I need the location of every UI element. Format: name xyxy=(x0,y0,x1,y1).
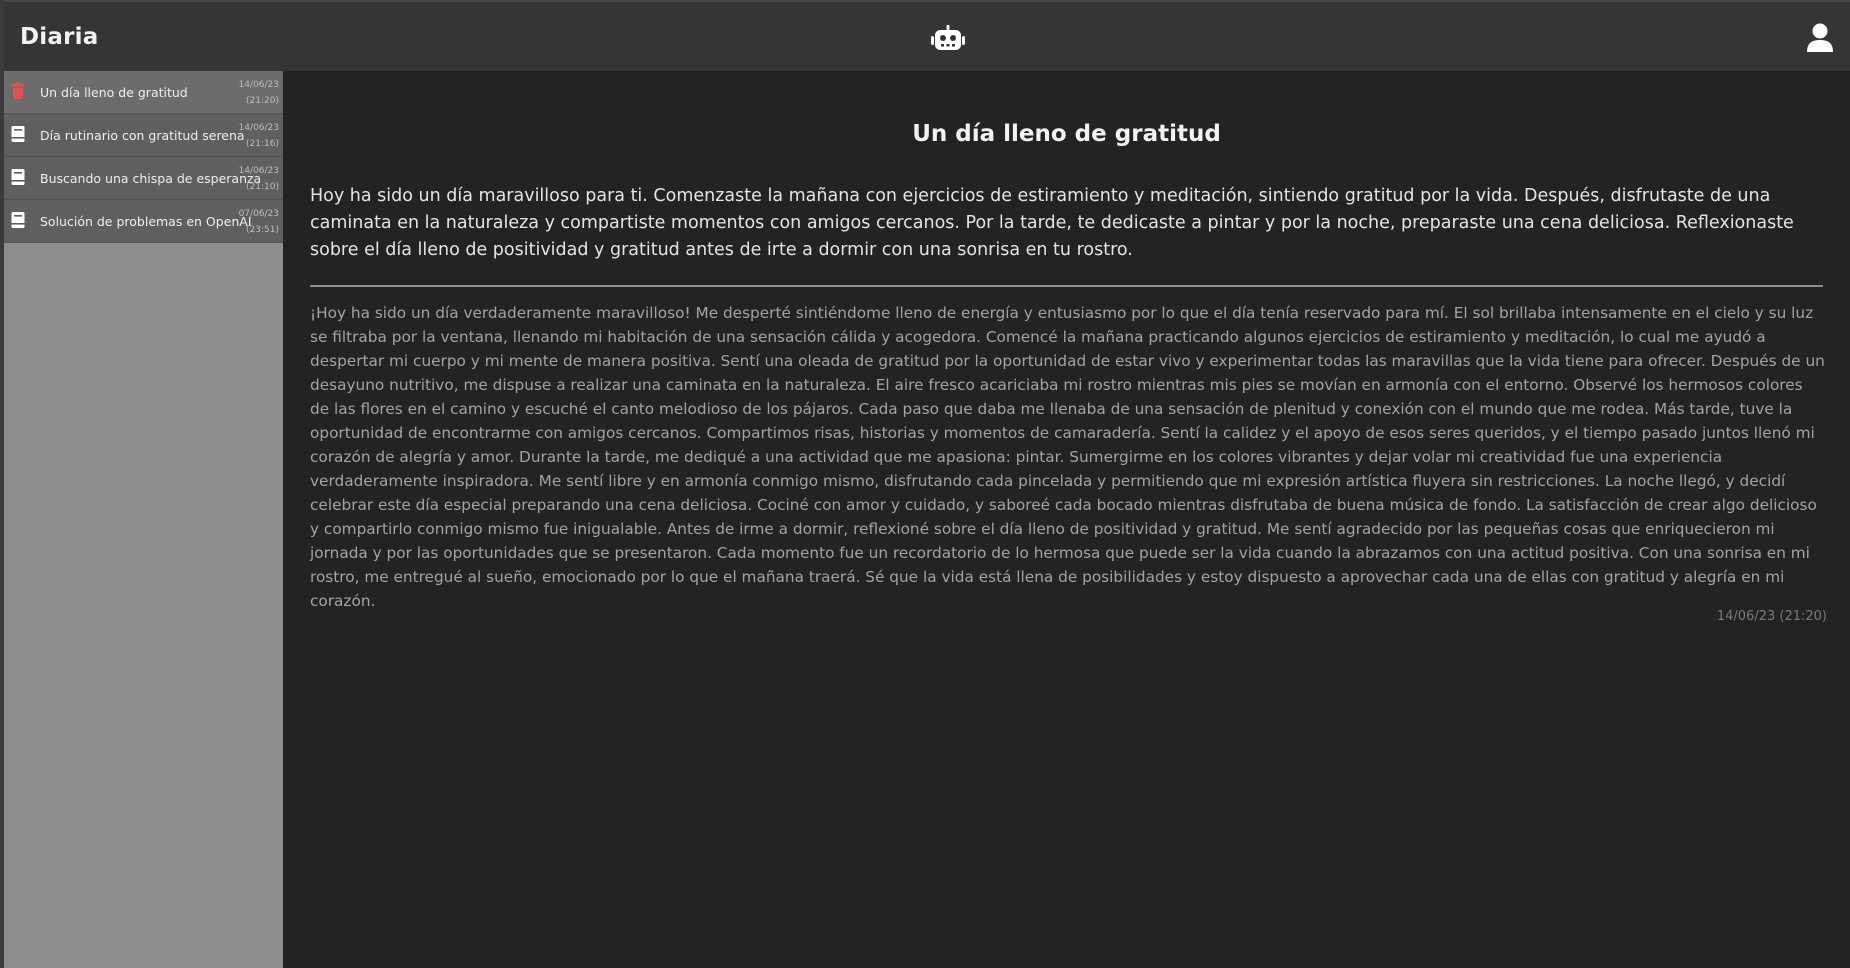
sidebar-entry-date: 07/06/23 (23:51) xyxy=(238,209,279,235)
sidebar-entry-title: Buscando una chispa de esperanza xyxy=(40,171,262,186)
sidebar-entry-4[interactable]: Solución de problemas en OpenAI 07/06/23… xyxy=(4,200,283,243)
sidebar-entry-date: 14/06/23 (21:10) xyxy=(238,166,279,192)
sidebar-entry-3[interactable]: Buscando una chispa de esperanza 14/06/2… xyxy=(4,157,283,200)
entry-title: Un día lleno de gratitud xyxy=(912,121,1221,147)
book-icon xyxy=(10,125,26,143)
entry-summary: Hoy ha sido un día maravilloso para ti. … xyxy=(310,186,1794,260)
app-header: Diaria xyxy=(4,2,1850,71)
sidebar-entry-title: Solución de problemas en OpenAI xyxy=(40,214,252,229)
sidebar-entry-date: 14/06/23 (21:20) xyxy=(238,80,279,106)
app-window: Diaria Un día lleno de gratitud 14/06/23… xyxy=(0,0,1850,968)
user-icon[interactable] xyxy=(1806,22,1834,54)
entries-sidebar: Un día lleno de gratitud 14/06/23 (21:20… xyxy=(4,71,283,968)
sidebar-entry-title: Un día lleno de gratitud xyxy=(40,85,188,100)
sidebar-entry-date: 14/06/23 (21:16) xyxy=(238,123,279,149)
app-title: Diaria xyxy=(20,24,99,50)
sidebar-entry-title: Día rutinario con gratitud serena xyxy=(40,128,245,143)
divider xyxy=(310,285,1823,287)
entry-content: Un día lleno de gratitud Hoy ha sido un … xyxy=(283,71,1850,968)
book-icon xyxy=(10,168,26,186)
sidebar-entry-1[interactable]: Un día lleno de gratitud 14/06/23 (21:20… xyxy=(4,71,283,114)
book-icon xyxy=(10,211,26,229)
sidebar-entry-2[interactable]: Día rutinario con gratitud serena 14/06/… xyxy=(4,114,283,157)
entry-body: ¡Hoy ha sido un día verdaderamente marav… xyxy=(310,304,1825,610)
entry-timestamp: 14/06/23 (21:20) xyxy=(1716,609,1827,624)
robot-icon[interactable] xyxy=(931,24,965,54)
trash-icon[interactable] xyxy=(10,82,26,100)
